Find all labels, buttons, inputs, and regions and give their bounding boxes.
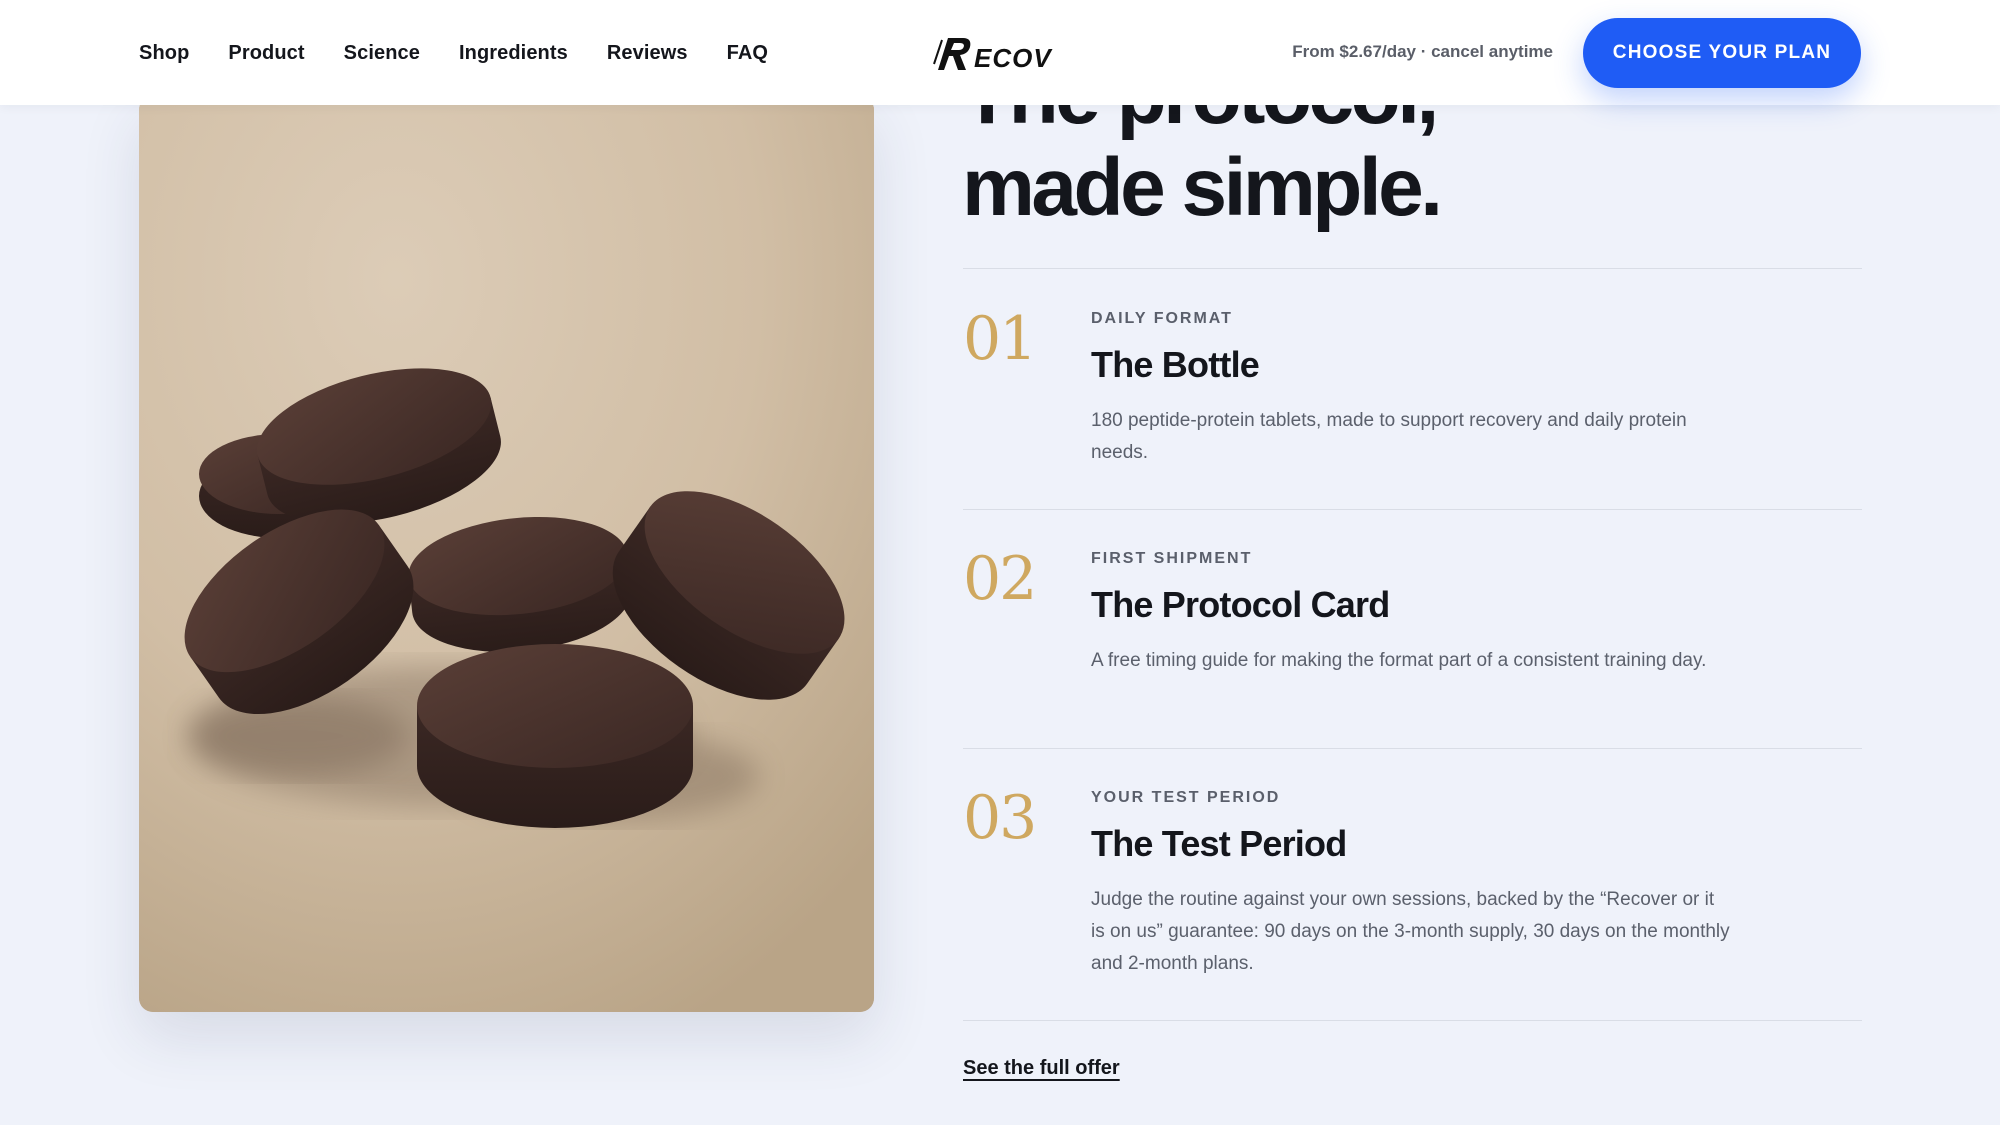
site-header: Shop Product Science Ingredients Reviews…	[0, 0, 2000, 105]
nav-faq[interactable]: FAQ	[727, 38, 768, 68]
brand-logo[interactable]: ECOV	[930, 30, 1070, 76]
see-full-offer-link[interactable]: See the full offer	[963, 1057, 1120, 1080]
nav-shop[interactable]: Shop	[139, 38, 189, 68]
divider	[963, 1020, 1862, 1021]
divider	[963, 748, 1862, 749]
tablets-image	[139, 96, 874, 1012]
step-title: The Test Period	[1091, 823, 1347, 864]
step-kicker: YOUR TEST PERIOD	[1091, 789, 1281, 806]
divider	[963, 268, 1862, 269]
step-content: FIRST SHIPMENT The Protocol Card A free …	[1091, 549, 1731, 677]
step-content: DAILY FORMAT The Bottle 180 peptide-prot…	[1091, 309, 1731, 469]
product-photo	[139, 96, 874, 1012]
step-title: The Bottle	[1091, 344, 1260, 385]
recov-logo-icon: ECOV	[933, 38, 1053, 73]
main-nav: Shop Product Science Ingredients Reviews…	[139, 38, 807, 68]
step-description: A free timing guide for making the forma…	[1091, 650, 1707, 671]
price-note: From $2.67/day · cancel anytime	[1292, 42, 1553, 61]
step-description: 180 peptide-protein tablets, made to sup…	[1091, 410, 1687, 463]
nav-product[interactable]: Product	[228, 38, 304, 68]
step-description: Judge the routine against your own sessi…	[1091, 889, 1730, 974]
headline-line-2: made simple.	[962, 142, 1443, 233]
choose-plan-button[interactable]: CHOOSE YOUR PLAN	[1583, 18, 1861, 88]
svg-text:ECOV: ECOV	[974, 43, 1053, 73]
step-content: YOUR TEST PERIOD The Test Period Judge t…	[1091, 788, 1731, 980]
step-kicker: FIRST SHIPMENT	[1091, 550, 1253, 567]
divider	[963, 509, 1862, 510]
step-kicker: DAILY FORMAT	[1091, 310, 1233, 327]
step-number: 01	[963, 304, 1037, 374]
nav-ingredients[interactable]: Ingredients	[459, 38, 568, 68]
step-number: 02	[963, 544, 1037, 614]
nav-science[interactable]: Science	[344, 38, 420, 68]
step-title: The Protocol Card	[1091, 584, 1390, 625]
step-number: 03	[963, 783, 1037, 853]
nav-reviews[interactable]: Reviews	[607, 38, 688, 68]
